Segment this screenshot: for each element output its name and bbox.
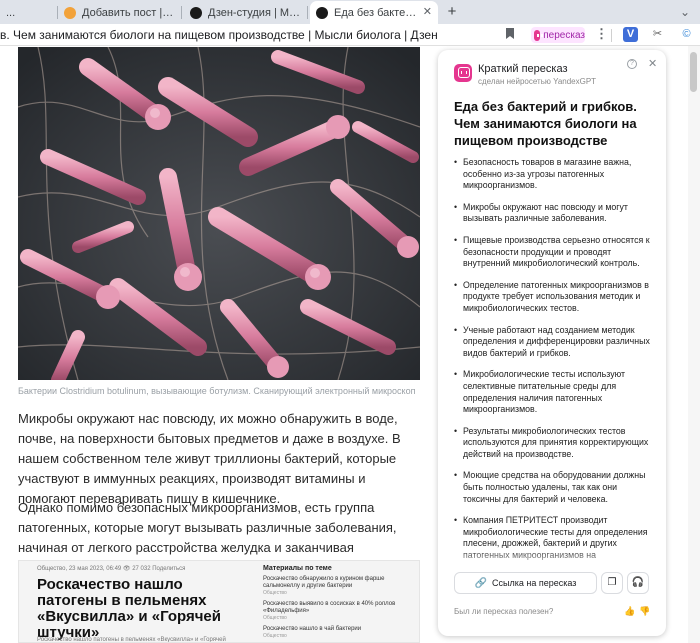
yandexgpt-retell-icon [454, 64, 472, 82]
scissors-icon[interactable]: ✂ [650, 27, 665, 42]
thumbs-up-icon[interactable]: 👍 [624, 606, 635, 617]
info-icon[interactable]: ? [627, 59, 637, 69]
embed-related-text: Роскачество обнаружило в курином фарше с… [263, 576, 385, 589]
scrollbar[interactable] [688, 46, 700, 643]
embed-related-item: Роскачество нашло в чай бактерии Обществ… [263, 626, 413, 640]
embed-related-heading: Материалы по теме [263, 565, 332, 572]
pikabu-favicon-icon [64, 6, 76, 19]
embed-related-text: Роскачество выявило в сосисках в 40% рол… [263, 601, 396, 614]
embed-related-source: Общество [263, 633, 287, 639]
bookmark-icon[interactable] [505, 27, 515, 40]
summary-subheader: сделан нейросетью YandexGPT [478, 77, 597, 86]
copy-icon[interactable]: ❐ [601, 572, 623, 594]
article: Бактерии Clostridium botulinum, вызывающ… [0, 46, 436, 643]
headphones-icon[interactable]: 🎧 [627, 572, 649, 594]
summary-bullet: Ученые работают над созданием методик оп… [454, 325, 654, 360]
article-image [18, 47, 420, 380]
summary-bullet: Микробиологические тесты используют селе… [454, 369, 654, 415]
copy-link-button[interactable]: 🔗 Ссылка на пересказ [454, 572, 597, 594]
cc-icon[interactable]: © [679, 27, 694, 42]
new-tab-button[interactable]: + [443, 3, 461, 21]
article-paragraph: Микробы окружают нас повсюду, их можно о… [18, 411, 401, 506]
summary-panel: Краткий пересказ сделан нейросетью Yande… [438, 50, 666, 636]
summary-bullet: Результаты микробиологических тестов исп… [454, 426, 654, 461]
tab-0[interactable]: ... [0, 2, 58, 23]
tab-0-title: ... [6, 6, 16, 19]
tab-strip: ... Добавить пост | Пикабу Дзен-студия |… [0, 0, 700, 24]
tab-active-title: Еда без бактерий и гри [334, 6, 420, 19]
summary-bullet: Определение патогенных микроорганизмов в… [454, 280, 654, 315]
embed-meta: Общество, 23 мая 2023, 06:49 👁 27 032 По… [37, 566, 186, 572]
embed-related-text: Роскачество нашло в чай бактерии [263, 626, 362, 632]
address-bar: в. Чем занимаются биологи на пищевом про… [0, 24, 700, 46]
retell-label: пересказ [543, 29, 585, 41]
tab-dzen-studio-title: Дзен-студия | Мысли биол [208, 6, 302, 19]
link-icon: 🔗 [474, 577, 488, 589]
embedded-news-screenshot: Общество, 23 мая 2023, 06:49 👁 27 032 По… [18, 560, 420, 643]
page-title[interactable]: в. Чем занимаются биологи на пищевом про… [0, 28, 498, 42]
close-tab-icon[interactable]: ✕ [423, 5, 432, 18]
embed-related: Материалы по теме Роскачество обнаружило… [263, 565, 413, 640]
retell-button[interactable]: пересказ [531, 27, 585, 43]
summary-bullet: Моющие средства на оборудовании должны б… [454, 470, 654, 505]
extension-v-icon[interactable]: V [623, 27, 638, 42]
embed-related-source: Общество [263, 590, 287, 596]
summary-bullet: Безопасность товаров в магазине важна, о… [454, 157, 654, 192]
embed-title: Роскачество нашло патогены в пельменях «… [37, 576, 221, 641]
tab-pikabu[interactable]: Добавить пост | Пикабу [58, 2, 182, 23]
toolbar-divider [611, 29, 612, 42]
embed-related-item: Роскачество обнаружило в курином фарше с… [263, 576, 413, 597]
copy-link-label: Ссылка на пересказ [492, 578, 577, 588]
retell-icon [534, 29, 544, 41]
tab-dzen-studio[interactable]: Дзен-студия | Мысли биол [184, 2, 308, 23]
scrollbar-thumb[interactable] [690, 52, 697, 92]
dzen-favicon-icon [190, 6, 202, 19]
bacteria-micrograph [18, 47, 420, 380]
more-menu-icon[interactable]: ⋮ [595, 26, 608, 42]
tab-active[interactable]: Еда без бактерий и гри ✕ [310, 1, 438, 24]
image-caption: Бактерии Clostridium botulinum, вызывающ… [18, 386, 416, 396]
summary-bullet: Микробы окружают нас повсюду и могут выз… [454, 202, 654, 225]
chevron-down-icon[interactable]: ⌄ [680, 5, 690, 19]
tab-pikabu-title: Добавить пост | Пикабу [82, 6, 176, 19]
feedback-question: Был ли пересказ полезен? [454, 607, 554, 616]
summary-header: Краткий пересказ [478, 63, 568, 75]
dzen-favicon-icon [316, 6, 328, 19]
summary-bullet: Пищевые производства серьезно относятся … [454, 235, 654, 270]
embed-related-source: Общество [263, 615, 287, 621]
summary-title: Еда без бактерий и грибков. Чем занимают… [454, 99, 637, 148]
thumbs-down-icon[interactable]: 👎 [639, 606, 650, 617]
summary-bullets: Безопасность товаров в магазине важна, о… [454, 157, 654, 571]
close-icon[interactable]: ✕ [648, 57, 657, 70]
embed-related-item: Роскачество выявило в сосисках в 40% рол… [263, 601, 413, 622]
list-fade [438, 548, 666, 572]
embed-lead: Роскачество нашло патогены в пельменях «… [37, 637, 226, 643]
